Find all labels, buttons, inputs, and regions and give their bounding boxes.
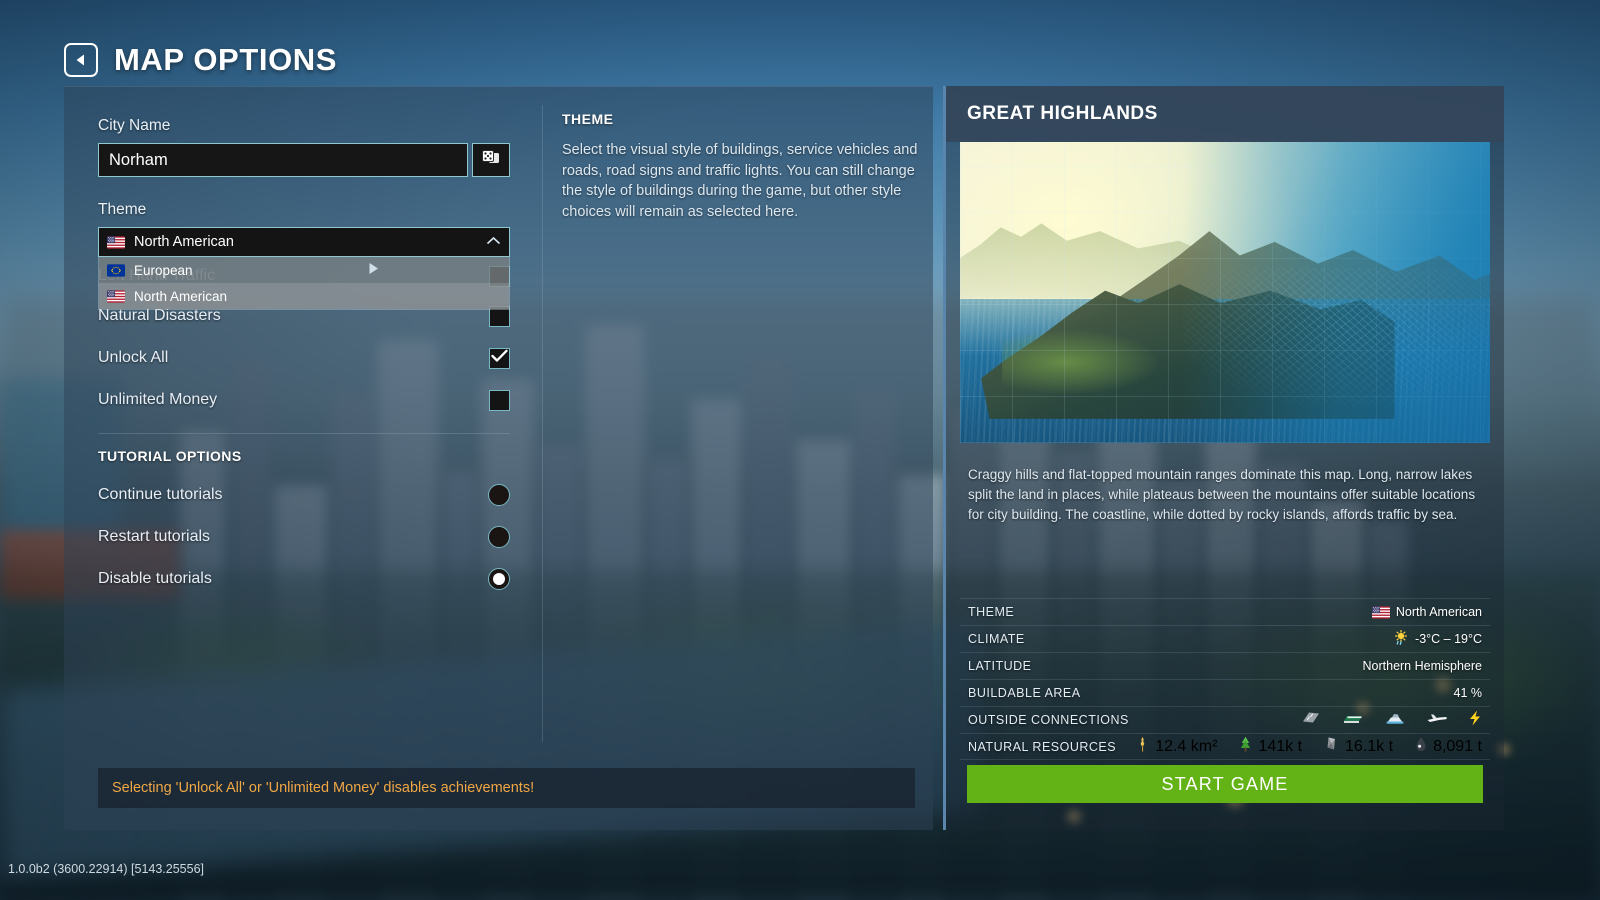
flag-us-icon [107, 235, 125, 249]
map-header: GREAT HIGHLANDS [946, 86, 1504, 142]
theme-info-title: THEME [562, 111, 614, 127]
theme-option-label: North American [134, 288, 228, 304]
city-name-input[interactable] [98, 143, 468, 177]
city-name-label: City Name [98, 117, 171, 134]
section-divider [98, 433, 510, 434]
tutorial-label: Continue tutorials [98, 486, 223, 503]
resource-ore: 16.1k t [1324, 736, 1393, 757]
unlock-all-checkbox[interactable] [489, 347, 510, 369]
resource-forest: 141k t [1239, 736, 1302, 757]
plane-icon [1426, 711, 1448, 729]
train-icon [1342, 711, 1364, 730]
achievements-warning-bar: Selecting 'Unlock All' or 'Unlimited Mon… [98, 768, 915, 808]
option-label: Unlock All [98, 349, 169, 366]
theme-option-label: European [134, 262, 193, 278]
ship-icon [1384, 711, 1406, 730]
stat-value: -3°C – 19°C [1415, 632, 1482, 646]
outside-connections-icons [1300, 710, 1482, 731]
tutorial-label: Restart tutorials [98, 528, 211, 545]
theme-dropdown: North American European North American [98, 227, 510, 310]
road-icon [1300, 710, 1322, 730]
page-header: MAP OPTIONS [64, 42, 337, 78]
stat-row-outside-connections: OUTSIDE CONNECTIONS [960, 706, 1490, 733]
start-game-button[interactable]: START GAME [967, 765, 1483, 803]
map-details-panel: GREAT HIGHLANDS Craggy hills and flat-to… [943, 86, 1504, 830]
map-stats-table: THEME North American CLIMATE -3°C – 19°C… [960, 598, 1490, 760]
achievements-warning-text: Selecting 'Unlock All' or 'Unlimited Mon… [112, 780, 535, 796]
theme-option-north-american[interactable]: North American [99, 283, 509, 309]
resource-value: 12.4 km² [1155, 737, 1218, 755]
option-label: Unlimited Money [98, 391, 218, 408]
resource-fertile-land: 12.4 km² [1136, 736, 1217, 757]
stat-key: OUTSIDE CONNECTIONS [968, 713, 1129, 727]
stat-key: THEME [968, 605, 1015, 619]
dice-icon [481, 149, 501, 172]
fertile-land-icon [1136, 736, 1149, 757]
tutorial-options-heading: TUTORIAL OPTIONS [98, 448, 242, 464]
stat-row-natural-resources: NATURAL RESOURCES 12.4 km² 141k t 16.1k … [960, 733, 1490, 760]
checkmark-icon [491, 349, 508, 368]
back-button[interactable] [64, 43, 98, 77]
stat-row-climate: CLIMATE -3°C – 19°C [960, 625, 1490, 652]
unlimited-money-checkbox[interactable] [489, 389, 510, 411]
stat-value: Northern Hemisphere [1362, 659, 1483, 673]
resource-value: 141k t [1258, 737, 1303, 755]
triangle-right-icon [368, 262, 379, 278]
stat-value: North American [1395, 605, 1482, 619]
stat-value-group: North American [1371, 605, 1482, 619]
theme-info-column: THEME Select the visual style of buildin… [562, 111, 922, 222]
chevron-up-icon [486, 234, 501, 250]
stat-key: LATITUDE [968, 659, 1032, 673]
option-row-unlimited-money[interactable]: Unlimited Money [98, 379, 510, 421]
map-description: Craggy hills and flat-topped mountain ra… [968, 467, 1476, 522]
city-name-row [98, 143, 510, 177]
radio-selected-dot [493, 573, 505, 585]
tutorial-row-continue[interactable]: Continue tutorials [98, 474, 510, 516]
back-arrow-icon [74, 53, 88, 67]
theme-dropdown-trigger[interactable]: North American [98, 227, 510, 257]
theme-selected-label: North American [134, 234, 234, 250]
map-name: GREAT HIGHLANDS [967, 103, 1158, 124]
option-row-unlock-all[interactable]: Unlock All [98, 337, 510, 379]
forest-icon [1239, 736, 1252, 757]
randomize-name-button[interactable] [472, 143, 510, 177]
map-preview-grid-overlay [960, 142, 1490, 443]
theme-option-european[interactable]: European [99, 257, 509, 283]
settings-column: City Name Theme [98, 117, 510, 600]
theme-info-body: Select the visual style of buildings, se… [562, 142, 918, 220]
ore-icon [1324, 736, 1339, 757]
stat-row-latitude: LATITUDE Northern Hemisphere [960, 652, 1490, 679]
stat-value: 41 % [1453, 686, 1483, 700]
page-title: MAP OPTIONS [114, 42, 338, 77]
map-preview-image [960, 142, 1490, 443]
stat-value-group: -3°C – 19°C [1393, 629, 1482, 648]
electricity-icon [1468, 710, 1482, 731]
disable-tutorials-radio[interactable] [488, 568, 510, 590]
tutorial-row-disable[interactable]: Disable tutorials [98, 558, 510, 600]
version-label: 1.0.0b2 (3600.22914) [5143.25556] [8, 862, 205, 876]
tutorial-options-list: Continue tutorials Restart tutorials Dis… [98, 474, 510, 600]
stat-key: BUILDABLE AREA [968, 686, 1081, 700]
restart-tutorials-radio[interactable] [488, 526, 510, 548]
stat-row-buildable-area: BUILDABLE AREA 41 % [960, 679, 1490, 706]
stat-key: NATURAL RESOURCES [968, 739, 1117, 754]
map-options-panel: City Name Theme [64, 86, 933, 830]
flag-us-icon [107, 289, 125, 303]
resource-oil: 8,091 t [1415, 736, 1482, 757]
stat-row-theme: THEME North American [960, 598, 1490, 625]
stat-key: CLIMATE [968, 632, 1025, 646]
theme-dropdown-list: European North American [98, 257, 510, 310]
panel-divider [542, 105, 543, 742]
tutorial-label: Disable tutorials [98, 570, 212, 587]
tutorial-row-restart[interactable]: Restart tutorials [98, 516, 510, 558]
sun-rain-icon [1393, 629, 1409, 648]
resource-value: 8,091 t [1433, 737, 1482, 755]
oil-icon [1415, 736, 1427, 757]
natural-resources-values: 12.4 km² 141k t 16.1k t 8,091 t [1136, 736, 1482, 757]
flag-eu-icon [107, 263, 125, 277]
continue-tutorials-radio[interactable] [488, 484, 510, 506]
theme-label: Theme [98, 201, 147, 218]
resource-value: 16.1k t [1345, 737, 1394, 755]
flag-us-icon [1371, 605, 1390, 619]
